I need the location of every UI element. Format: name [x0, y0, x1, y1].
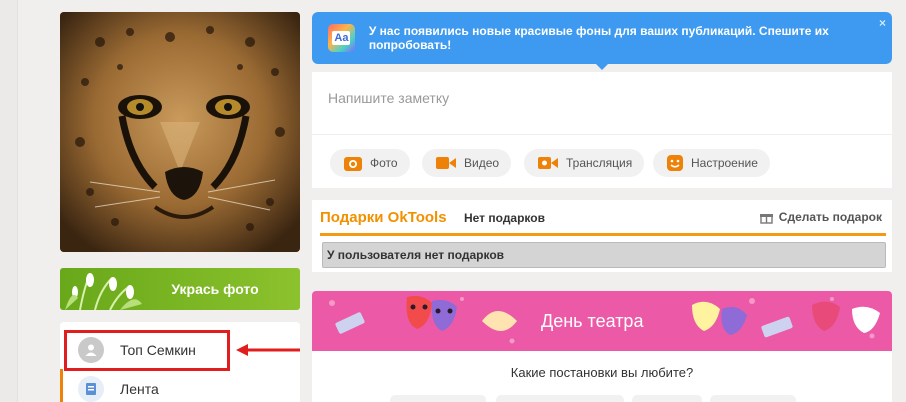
- close-icon[interactable]: ×: [879, 16, 886, 30]
- smiley-icon: [667, 155, 683, 171]
- broadcast-label: Трансляция: [566, 156, 633, 170]
- profile-name: Топ Семкин: [120, 342, 196, 358]
- gift-icon: [759, 213, 773, 224]
- nav-item-feed[interactable]: Лента: [60, 369, 300, 402]
- photo-button[interactable]: Фото: [330, 149, 410, 177]
- broadcast-button[interactable]: Трансляция: [524, 149, 645, 177]
- theater-question: Какие постановки вы любите?: [510, 365, 694, 380]
- theater-option[interactable]: [496, 395, 624, 402]
- gifts-card: Подарки OkTools Нет подарков Сделать под…: [312, 200, 892, 272]
- theater-banner: День театра: [312, 291, 892, 351]
- camera-icon: [344, 157, 362, 171]
- gifts-title: Подарки OkTools: [320, 209, 447, 226]
- tip-tail: [595, 63, 609, 70]
- note-input[interactable]: Напишите заметку: [328, 90, 449, 106]
- profile-nav-card: Топ Семкин Лента: [60, 322, 300, 402]
- text-backgrounds-icon: Aa: [328, 24, 355, 52]
- composer-divider: [312, 134, 892, 135]
- theater-option[interactable]: [632, 395, 702, 402]
- backgrounds-tip-banner[interactable]: Aa У нас появились новые красивые фоны д…: [312, 12, 892, 70]
- left-edge-strip: [0, 0, 18, 402]
- profile-photo[interactable]: [60, 12, 300, 252]
- post-composer: Напишите заметку Фото Видео Трансляция Н…: [312, 72, 892, 188]
- feed-icon: [78, 376, 104, 402]
- photo-label: Фото: [370, 156, 398, 170]
- gifts-divider: [320, 233, 886, 236]
- broadcast-icon: [538, 157, 558, 169]
- video-button[interactable]: Видео: [422, 149, 512, 177]
- decorate-photo-label: Укрась фото: [171, 281, 259, 297]
- user-avatar-icon: [78, 337, 104, 363]
- make-gift-label: Сделать подарок: [778, 210, 882, 224]
- no-gifts-message: У пользователя нет подарков: [322, 242, 886, 268]
- mood-label: Настроение: [691, 156, 758, 170]
- make-gift-button[interactable]: Сделать подарок: [759, 210, 882, 224]
- video-label: Видео: [464, 156, 500, 170]
- cheetah-image: [60, 12, 300, 252]
- annotation-arrow-icon: [236, 344, 300, 356]
- tip-text: У нас появились новые красивые фоны для …: [368, 24, 829, 52]
- decorate-photo-button[interactable]: Укрась фото: [60, 268, 300, 310]
- theater-banner-title: День театра: [541, 311, 644, 331]
- theater-option[interactable]: [390, 395, 486, 402]
- theater-day-card[interactable]: День театра Какие постановки вы любите?: [312, 291, 892, 402]
- video-camera-icon: [436, 157, 456, 169]
- theater-option[interactable]: [710, 395, 796, 402]
- mood-button[interactable]: Настроение: [653, 149, 770, 177]
- snowdrop-flowers-icon: [65, 273, 142, 310]
- feed-label: Лента: [120, 381, 159, 397]
- gifts-status: Нет подарков: [464, 211, 545, 225]
